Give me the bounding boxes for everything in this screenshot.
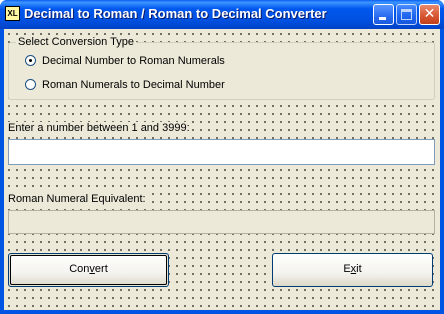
conversion-type-legend: Select Conversion Type <box>16 35 136 49</box>
roman-output-field[interactable] <box>8 210 435 234</box>
form-client-area: Select Conversion Type Decimal Number to… <box>4 29 440 310</box>
radio-button-selected[interactable] <box>25 55 36 66</box>
exit-button-label: Exit <box>343 263 362 275</box>
conversion-type-group: Select Conversion Type Decimal Number to… <box>8 35 435 100</box>
maximize-icon <box>401 9 412 20</box>
app-window: XL Decimal to Roman / Roman to Decimal C… <box>0 0 444 314</box>
maximize-button[interactable] <box>396 4 417 25</box>
radio-label-roman-to-decimal[interactable]: Roman Numerals to Decimal Number <box>42 78 225 92</box>
convert-button-label: Convert <box>69 263 108 275</box>
radio-label-decimal-to-roman[interactable]: Decimal Number to Roman Numerals <box>42 54 225 68</box>
radio-selected-dot <box>29 59 32 62</box>
convert-button[interactable]: Convert <box>8 253 169 287</box>
exit-button[interactable]: Exit <box>272 253 433 287</box>
number-input[interactable] <box>8 139 435 165</box>
roman-output-label: Roman Numeral Equivalent: <box>8 193 146 206</box>
window-title: Decimal to Roman / Roman to Decimal Conv… <box>24 6 327 21</box>
close-button[interactable]: ✕ <box>419 4 440 25</box>
radio-button-unselected[interactable] <box>25 79 36 90</box>
number-input-label: Enter a number between 1 and 3999: <box>8 122 190 135</box>
minimize-button[interactable] <box>373 4 394 25</box>
close-icon: ✕ <box>423 6 436 22</box>
title-bar[interactable]: XL Decimal to Roman / Roman to Decimal C… <box>0 0 444 29</box>
minimize-icon <box>379 17 386 20</box>
app-icon: XL <box>5 6 20 21</box>
